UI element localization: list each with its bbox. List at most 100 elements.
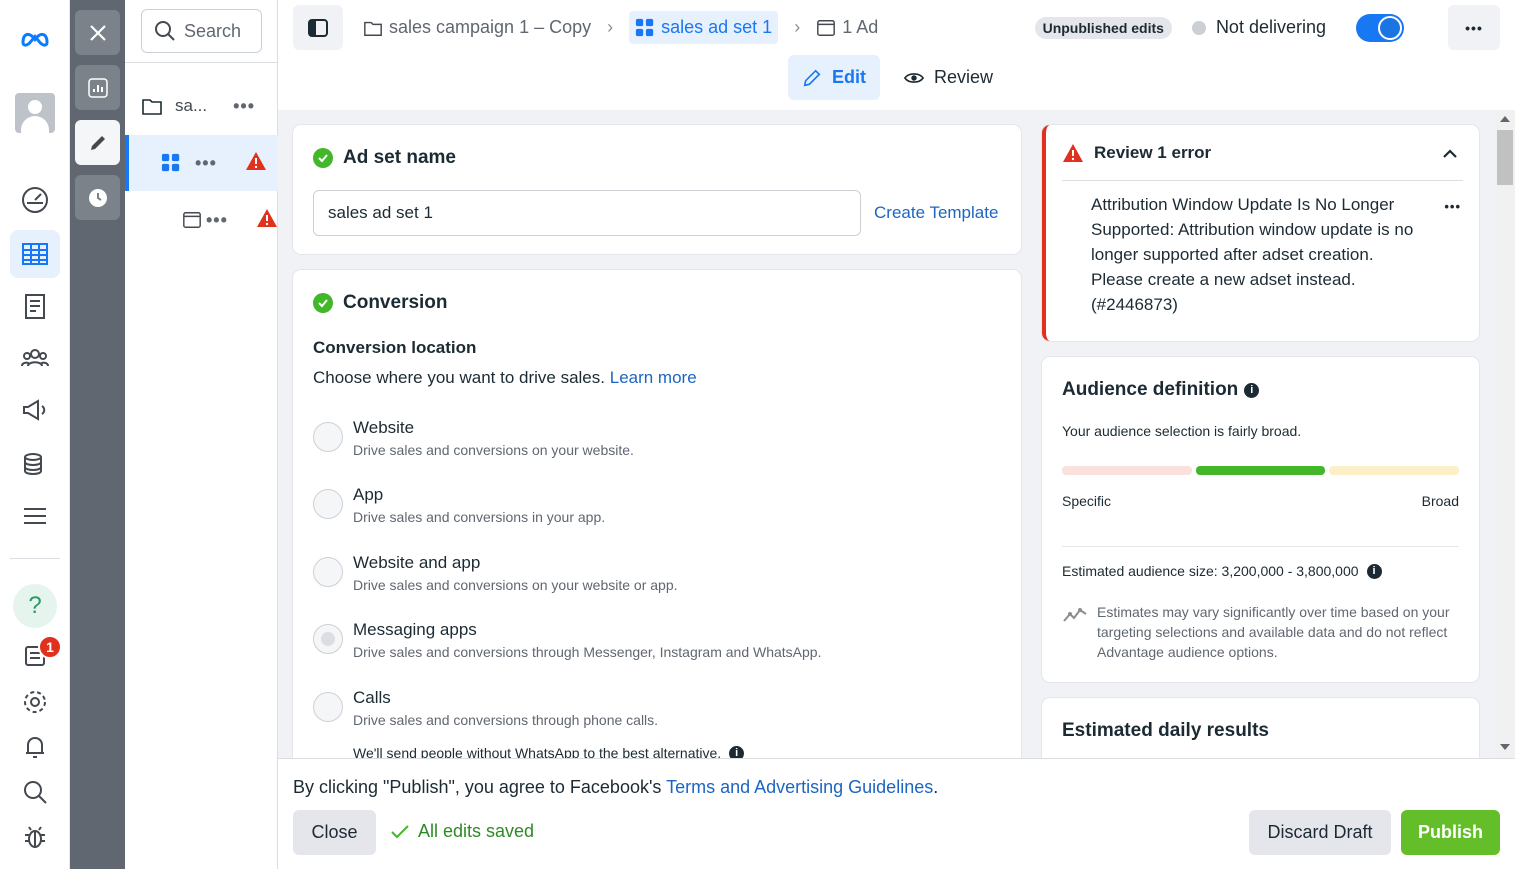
breadcrumb-campaign[interactable]: sales campaign 1 – Copy: [363, 17, 591, 38]
create-template-link[interactable]: Create Template: [874, 203, 998, 223]
radio-app[interactable]: App Drive sales and conversions in your a…: [313, 485, 605, 525]
option-desc: Drive sales and conversions on your webs…: [353, 577, 678, 593]
help-icon[interactable]: ?: [10, 582, 60, 630]
campaigns-icon[interactable]: [10, 386, 60, 434]
bug-icon[interactable]: [10, 813, 60, 861]
breadcrumb-campaign-label: sales campaign 1 – Copy: [389, 17, 592, 37]
avatar[interactable]: [10, 89, 60, 137]
pencil-icon[interactable]: [75, 120, 120, 165]
option-desc: Drive sales and conversions in your app.: [353, 509, 606, 525]
info-icon[interactable]: i: [729, 745, 745, 758]
error-heading[interactable]: Review 1 error: [1062, 143, 1211, 163]
option-desc: Drive sales and conversions through Mess…: [353, 644, 822, 660]
radio-button[interactable]: [313, 692, 343, 722]
reports-icon[interactable]: [10, 282, 60, 330]
dashboard-icon[interactable]: [10, 176, 60, 224]
radio-button-disabled[interactable]: [313, 624, 343, 654]
search-icon: [155, 21, 175, 41]
terms-link[interactable]: Terms and Advertising Guidelines: [666, 777, 933, 797]
nav-divider: [10, 558, 60, 559]
mode-tabs: Edit Review: [788, 55, 1017, 100]
delivery-toggle[interactable]: [1356, 13, 1404, 42]
more-options-button[interactable]: •••: [1448, 5, 1500, 50]
folder-icon: [364, 21, 382, 36]
more-icon[interactable]: •••: [206, 210, 228, 231]
sidebar-toggle-icon: [308, 18, 328, 37]
meta-logo-icon[interactable]: [10, 14, 60, 62]
tree-item-adset[interactable]: •••: [125, 135, 278, 191]
daily-results-card: Estimated daily results: [1042, 698, 1479, 758]
audiences-icon[interactable]: [10, 334, 60, 382]
option-desc: Drive sales and conversions on your webs…: [353, 442, 634, 458]
ad-icon: [183, 212, 201, 228]
option-title: Messaging apps: [353, 620, 477, 639]
breadcrumb-adset-label: sales ad set 1: [661, 17, 773, 37]
editor-content: Ad set name sales ad set 1 Create Templa…: [278, 110, 1515, 758]
breadcrumb-ad[interactable]: 1 Ad: [816, 17, 878, 38]
publish-button[interactable]: Publish: [1401, 810, 1500, 855]
breadcrumb-adset[interactable]: sales ad set 1: [629, 11, 779, 44]
pencil-icon: [803, 69, 821, 86]
ad-icon: [817, 19, 836, 36]
unpublished-badge: Unpublished edits: [1034, 16, 1172, 39]
chevron-up-icon[interactable]: [1443, 149, 1457, 159]
radio-website-and-app[interactable]: Website and app Drive sales and conversio…: [313, 553, 678, 593]
delivery-status: Not delivering: [1191, 17, 1326, 38]
meter-broad-segment: [1329, 466, 1460, 475]
ads-manager-icon[interactable]: [10, 230, 60, 278]
more-icon[interactable]: •••: [1444, 199, 1461, 214]
discard-draft-button[interactable]: Discard Draft: [1249, 810, 1391, 855]
conversion-heading: Conversion: [313, 292, 448, 314]
error-message: Attribution Window Update Is No Longer S…: [1091, 195, 1414, 314]
breadcrumb-ad-label: 1 Ad: [842, 17, 879, 37]
more-icon[interactable]: •••: [195, 153, 217, 174]
info-icon[interactable]: i: [1244, 382, 1260, 398]
radio-button[interactable]: [313, 422, 343, 452]
chevron-right-icon: ›: [607, 17, 614, 37]
option-title: App: [353, 485, 384, 504]
all-tools-icon[interactable]: [10, 492, 60, 540]
scroll-down-arrow[interactable]: [1500, 744, 1510, 750]
tree-item-campaign[interactable]: sa... •••: [125, 78, 278, 134]
settings-gear-icon[interactable]: [10, 678, 60, 726]
more-icon[interactable]: •••: [233, 96, 255, 117]
tree-campaign-label: sa...: [175, 96, 208, 115]
radio-messaging-apps[interactable]: Messaging apps Drive sales and conversion…: [313, 620, 821, 660]
toggle-panel-button[interactable]: [293, 5, 343, 50]
notifications-icon[interactable]: 1: [10, 630, 62, 678]
warning-icon: [245, 151, 267, 176]
scroll-up-arrow[interactable]: [1500, 116, 1510, 122]
save-status: All edits saved: [390, 821, 534, 842]
global-nav: ? 1: [0, 0, 70, 869]
chart-icon[interactable]: [75, 65, 120, 110]
tab-edit-label: Edit: [832, 67, 866, 87]
meter-specific-segment: [1062, 466, 1192, 475]
radio-button[interactable]: [313, 489, 343, 519]
radio-calls[interactable]: Calls Drive sales and conversions through…: [313, 688, 658, 728]
bell-icon[interactable]: [10, 723, 60, 771]
tree-item-ad[interactable]: •••: [125, 192, 278, 248]
conversion-card: Conversion Conversion location Choose wh…: [293, 270, 1021, 758]
audience-divider: [1062, 546, 1459, 547]
warning-icon: [256, 208, 278, 233]
billing-icon[interactable]: [10, 440, 60, 488]
check-circle-icon: [313, 148, 333, 168]
close-editor-icon[interactable]: [75, 10, 120, 55]
learn-more-link[interactable]: Learn more: [610, 368, 697, 387]
adset-name-input[interactable]: sales ad set 1: [313, 190, 861, 236]
scrollbar-thumb[interactable]: [1497, 130, 1513, 185]
editor-toolbar: [70, 0, 125, 869]
clock-icon[interactable]: [75, 175, 120, 220]
agreement-suffix: .: [933, 777, 939, 797]
search-icon[interactable]: [10, 768, 60, 816]
radio-website[interactable]: Website Drive sales and conversions on yo…: [313, 418, 634, 458]
tab-review[interactable]: Review: [890, 55, 1007, 100]
content-scrollbar[interactable]: [1495, 110, 1515, 758]
error-divider: [1062, 180, 1463, 181]
close-button[interactable]: Close: [293, 810, 376, 855]
tab-edit[interactable]: Edit: [788, 55, 880, 100]
tree-search[interactable]: Search: [141, 9, 262, 53]
info-icon[interactable]: i: [1366, 563, 1382, 579]
radio-button[interactable]: [313, 557, 343, 587]
conversion-description: Choose where you want to drive sales. Le…: [313, 368, 697, 388]
